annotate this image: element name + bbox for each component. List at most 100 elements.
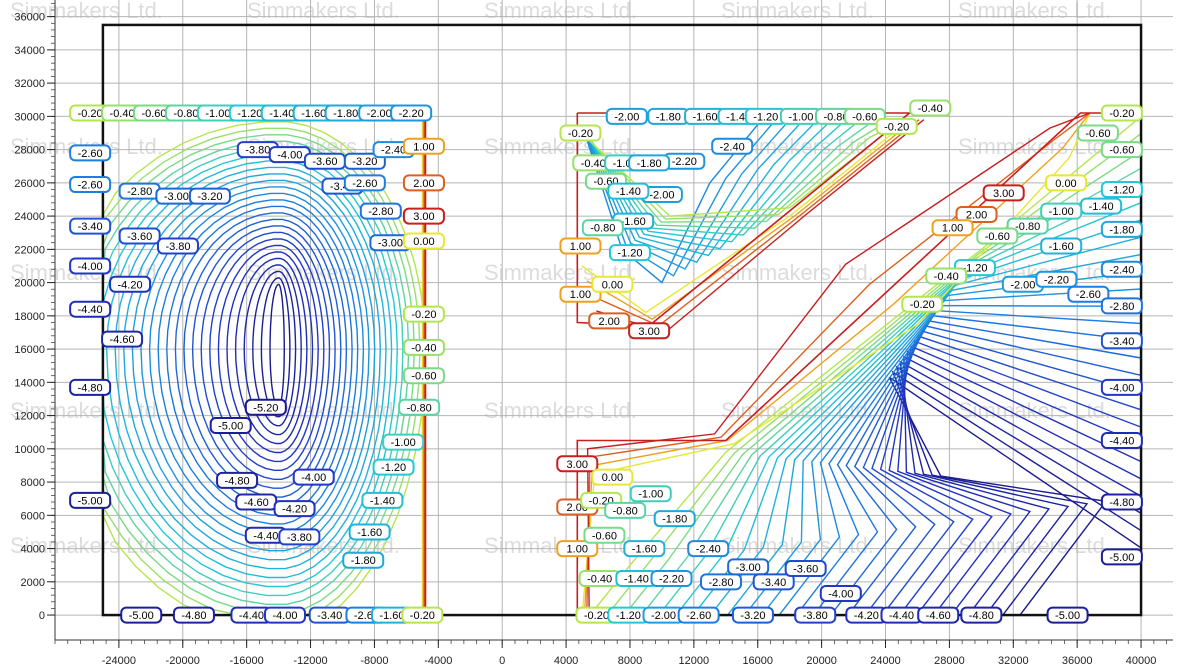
contour-label-text: -1.20 xyxy=(381,462,406,474)
contour-label-text: -0.20 xyxy=(568,128,593,140)
contour-label-text: -0.60 xyxy=(852,111,877,123)
contour-label: -0.20 xyxy=(875,117,918,135)
contour-label: -1.00 xyxy=(1040,202,1083,220)
contour-label: -4.00 xyxy=(69,257,112,275)
contour-label: -3.20 xyxy=(731,606,774,624)
contour-label: -2.60 xyxy=(69,176,112,194)
contour-label-text: -4.40 xyxy=(253,530,278,542)
x-tick-label: 28000 xyxy=(934,655,965,667)
contour-label-text: -1.00 xyxy=(1049,206,1074,218)
contour-label: -2.00 xyxy=(605,107,648,125)
contour-label: 3.00 xyxy=(402,207,445,225)
contour-label: -4.40 xyxy=(69,300,112,318)
x-tick-label: 12000 xyxy=(679,655,710,667)
contour-label: -1.40 xyxy=(361,491,404,509)
contour-label: -4.80 xyxy=(69,378,112,396)
contour-label-text: -0.20 xyxy=(910,299,935,311)
contour-label: -5.00 xyxy=(209,417,252,435)
contour-label: -4.00 xyxy=(263,606,306,624)
contour-label-text: -2.40 xyxy=(720,141,745,153)
contour-label: 0.00 xyxy=(402,232,445,250)
contour-label-text: -3.20 xyxy=(197,191,222,203)
contour-label: -1.80 xyxy=(342,551,385,569)
contour-label-text: 1.00 xyxy=(570,289,591,301)
y-tick-label: 30000 xyxy=(14,111,45,123)
x-tick-label: 36000 xyxy=(1062,655,1093,667)
contour-label: 2.00 xyxy=(588,312,631,330)
contour-label-text: -4.80 xyxy=(78,382,103,394)
contour-label-text: -1.40 xyxy=(1089,201,1114,213)
contour-label-text: -2.40 xyxy=(381,145,406,157)
contour-label: 1.00 xyxy=(559,237,602,255)
contour-label-text: 0.00 xyxy=(1055,178,1076,190)
contour-label-text: -0.40 xyxy=(110,108,135,120)
contour-label-text: -1.00 xyxy=(205,108,230,120)
contour-label-text: -2.80 xyxy=(1109,301,1134,313)
contour-label: -2.80 xyxy=(118,182,161,200)
contour-label: -1.20 xyxy=(1100,181,1143,199)
watermark-text: Simmakers Ltd. xyxy=(721,0,874,23)
contour-label-text: -1.40 xyxy=(370,495,395,507)
contour-label-text: -1.80 xyxy=(1109,224,1134,236)
watermark-text: Simmakers Ltd. xyxy=(247,0,400,23)
contour-label-text: -3.40 xyxy=(761,577,786,589)
contour-label-text: -5.00 xyxy=(1055,610,1080,622)
x-tick-label: 0 xyxy=(499,655,505,667)
contour-label: -4.00 xyxy=(268,146,311,164)
contour-label-text: -1.20 xyxy=(616,610,641,622)
contour-label-text: -1.00 xyxy=(788,111,813,123)
contour-label: -0.20 xyxy=(559,124,602,142)
contour-label-text: -2.80 xyxy=(368,206,393,218)
contour-label: -0.40 xyxy=(402,338,445,356)
contour-label-text: -1.20 xyxy=(237,108,262,120)
contour-label: -2.20 xyxy=(650,569,693,587)
x-tick-label: 24000 xyxy=(870,655,901,667)
contour-label: -1.60 xyxy=(348,523,391,541)
contour-label: -0.40 xyxy=(909,99,952,117)
contour-label-text: -5.00 xyxy=(1109,552,1134,564)
contour-label: -5.00 xyxy=(69,491,112,509)
contour-label-text: -3.60 xyxy=(793,564,818,576)
x-tick-label: -16000 xyxy=(230,655,264,667)
x-tick-label: 40000 xyxy=(1126,655,1157,667)
contour-label: -0.40 xyxy=(925,267,968,285)
watermark-text: Simmakers Ltd. xyxy=(958,398,1111,423)
contour-label: -3.00 xyxy=(727,558,770,576)
contour-label-text: -4.60 xyxy=(244,497,269,509)
y-tick-label: 34000 xyxy=(14,45,45,57)
contour-label-text: -3.20 xyxy=(740,610,765,622)
contour-label-text: -2.00 xyxy=(649,189,674,201)
contour-label-text: -3.40 xyxy=(1109,336,1134,348)
contour-label-text: -4.20 xyxy=(118,279,143,291)
watermark-text: Simmakers Ltd. xyxy=(958,0,1111,23)
contour-label: -0.60 xyxy=(583,526,626,544)
contour-label: -1.80 xyxy=(647,107,690,125)
contour-label: -1.20 xyxy=(372,458,415,476)
contour-label: -2.40 xyxy=(687,540,730,558)
contour-label-text: -0.20 xyxy=(584,610,609,622)
watermark-text: Simmakers Ltd. xyxy=(721,260,874,285)
contour-label: -4.20 xyxy=(109,275,152,293)
contour-label: -1.80 xyxy=(653,510,696,528)
contour-label-text: -0.20 xyxy=(410,610,435,622)
contour-label: -2.60 xyxy=(677,606,720,624)
contour-label-text: -1.80 xyxy=(351,555,376,567)
contour-label: -1.20 xyxy=(744,107,787,125)
contour-label-text: -4.20 xyxy=(282,504,307,516)
contour-label: 0.00 xyxy=(591,468,634,486)
contour-label-text: -0.40 xyxy=(934,271,959,283)
contour-label: -0.20 xyxy=(1100,104,1143,122)
x-tick-label: 20000 xyxy=(806,655,837,667)
contour-label-text: 1.00 xyxy=(942,223,963,235)
contour-label: -1.40 xyxy=(615,569,658,587)
contour-label-text: -2.00 xyxy=(651,610,676,622)
contour-label: -0.40 xyxy=(578,569,621,587)
contour-label: -4.20 xyxy=(273,500,316,518)
contour-label: -1.60 xyxy=(1040,237,1083,255)
contour-label: -3.40 xyxy=(69,217,112,235)
contour-label: -0.80 xyxy=(581,219,624,237)
contour-label-text: -3.60 xyxy=(127,231,152,243)
contour-label-text: -1.60 xyxy=(1049,241,1074,253)
contour-label-text: -3.20 xyxy=(352,156,377,168)
contour-label: -1.80 xyxy=(628,154,671,172)
